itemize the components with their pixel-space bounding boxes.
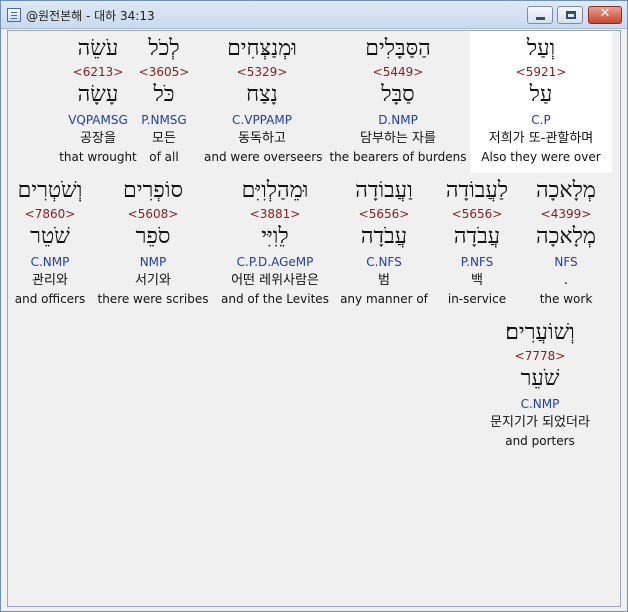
hebrew-word: לַעֲבוֹדָה	[445, 178, 509, 203]
hebrew-word: וּמְנַצְּחִים	[227, 36, 297, 61]
english-gloss: there were scribes	[97, 292, 209, 306]
morphology-code: D.NMP	[378, 113, 418, 127]
english-gloss: any manner of	[340, 292, 428, 306]
korean-gloss: .	[563, 273, 569, 288]
morphology-code: C.P.D.AGeMP	[236, 255, 314, 269]
lemma: סֹפֵר	[135, 224, 171, 249]
verse-line-2: וְשֹׁטְרִים <7860> שֹׁטֵר C.NMP 관리와 and …	[8, 173, 620, 315]
lemma: כֹּל	[153, 82, 175, 107]
english-gloss: Also they were over	[481, 150, 601, 164]
korean-gloss: 관리와	[32, 273, 68, 288]
lemma: לֵוִיִּי	[261, 224, 289, 249]
lemma: סַבָּל	[381, 82, 415, 107]
morphology-code: P.NFS	[460, 255, 494, 269]
word-cell[interactable]: לְכֹל <3605> כֹּל P.NMSG 모든 of all	[120, 31, 208, 173]
korean-gloss: 어떤 레위사람은	[231, 273, 319, 288]
hebrew-word: וַעֲבוֹדָה	[355, 178, 413, 203]
strong-number[interactable]: <3605>	[120, 65, 208, 79]
english-gloss: and porters	[505, 434, 575, 448]
close-icon: ✕	[599, 6, 611, 21]
strong-number[interactable]: <5921>	[470, 65, 612, 79]
maximize-icon	[566, 11, 576, 19]
hebrew-word: הַסַּבָּלִים	[365, 36, 431, 61]
maximize-button[interactable]	[557, 6, 583, 24]
window-title: @원전본해 - 대하 34:13	[26, 9, 155, 23]
morphology-code: P.NMSG	[141, 113, 187, 127]
english-gloss: and officers	[14, 292, 86, 306]
lemma: עֲבֹדָה	[360, 224, 408, 249]
word-cell[interactable]: הַסַּבָּלִים <5449> סַבָּל D.NMP 담부하는 자를…	[328, 31, 468, 173]
strong-number[interactable]: <7860>	[8, 207, 92, 221]
hebrew-word: וְעַל	[526, 36, 556, 61]
korean-gloss: 문지기가 되었더라	[490, 415, 590, 430]
lemma: שֹׁעֵר	[520, 366, 560, 391]
lemma: עַל	[529, 82, 553, 107]
app-window: @원전본해 - 대하 34:13 ✕ עֹשֵׂה <6213> עָשָׂה …	[0, 0, 628, 612]
korean-gloss: 동독하고	[238, 131, 286, 146]
english-gloss: the bearers of burdens	[329, 150, 467, 164]
korean-gloss: 저희가 또-관할하며	[488, 131, 594, 146]
verse-line-1: עֹשֵׂה <6213> עָשָׂה VQPAMSG 공장을 that wr…	[8, 31, 620, 173]
english-gloss: the work	[539, 292, 593, 306]
morphology-code: C.NMP	[520, 397, 560, 411]
lemma: עֲבֹדָה	[453, 224, 501, 249]
strong-number[interactable]: <7778>	[474, 349, 606, 363]
strong-number[interactable]: <3881>	[214, 207, 336, 221]
morphology-code: C.NMP	[30, 255, 70, 269]
word-cell[interactable]: וְשׁוֹעֲרִים׃ <7778> שֹׁעֵר C.NMP 문지기가 되…	[474, 315, 606, 457]
word-cell[interactable]: וּמֵהַלְוִיִּם <3881> לֵוִיִּי C.P.D.AGe…	[214, 173, 336, 315]
hebrew-word: וּמֵהַלְוִיִּם	[241, 178, 309, 203]
word-cell[interactable]: וְשֹׁטְרִים <7860> שֹׁטֵר C.NMP 관리와 and …	[8, 173, 92, 315]
word-cell[interactable]: וּמְנַצְּחִים <5329> נָצַח C.VPPAMP 동독하고…	[204, 31, 323, 173]
strong-number[interactable]: <4399>	[524, 207, 608, 221]
interlinear-panel[interactable]: עֹשֵׂה <6213> עָשָׂה VQPAMSG 공장을 that wr…	[7, 30, 621, 607]
english-gloss: and were overseers	[204, 150, 323, 164]
strong-number[interactable]: <5329>	[204, 65, 320, 79]
lemma: מְלָאכָה	[536, 224, 596, 249]
morphology-code: NMP	[139, 255, 167, 269]
hebrew-word: סוֹפְרִים	[123, 178, 183, 203]
hebrew-word: לְכֹל	[148, 36, 180, 61]
morphology-code: NFS	[554, 255, 578, 269]
title-bar[interactable]: @원전본해 - 대하 34:13 ✕	[1, 1, 627, 29]
strong-number[interactable]: <5449>	[328, 65, 468, 79]
lemma: נָצַח	[246, 82, 278, 107]
english-gloss: in-service	[447, 292, 507, 306]
english-gloss: and of the Levites	[221, 292, 329, 306]
morphology-code: C.P	[531, 113, 551, 127]
word-cell[interactable]: מְלָאכָה <4399> מְלָאכָה NFS . the work	[524, 173, 608, 315]
minimize-icon	[536, 17, 545, 20]
korean-gloss: 모든	[152, 131, 176, 146]
hebrew-word: וְשֹׁטְרִים	[17, 178, 83, 203]
word-cell-selected[interactable]: וְעַל <5921> עַל C.P 저희가 또-관할하며 Also the…	[470, 31, 612, 173]
lemma: שֹׁטֵר	[30, 224, 70, 249]
korean-gloss: 백	[471, 273, 483, 288]
minimize-button[interactable]	[527, 6, 553, 24]
strong-number[interactable]: <5656>	[338, 207, 430, 221]
korean-gloss: 서기와	[135, 273, 171, 288]
word-cell[interactable]: וַעֲבוֹדָה <5656> עֲבֹדָה C.NFS 범 any ma…	[338, 173, 430, 315]
strong-number[interactable]: <5656>	[432, 207, 522, 221]
close-button[interactable]: ✕	[588, 6, 622, 24]
strong-number[interactable]: <5608>	[96, 207, 210, 221]
korean-gloss: 범	[378, 273, 390, 288]
document-icon	[7, 8, 21, 22]
morphology-code: C.VPPAMP	[232, 113, 292, 127]
morphology-code: C.NFS	[366, 255, 402, 269]
english-gloss: of all	[149, 150, 179, 164]
hebrew-word: מְלָאכָה	[536, 178, 596, 203]
word-cell[interactable]: סוֹפְרִים <5608> סֹפֵר NMP 서기와 there wer…	[96, 173, 210, 315]
korean-gloss: 담부하는 자를	[360, 131, 436, 146]
hebrew-word: וְשׁוֹעֲרִים׃	[505, 320, 575, 345]
verse-line-3: וְשׁוֹעֲרִים׃ <7778> שֹׁעֵר C.NMP 문지기가 되…	[8, 315, 620, 457]
word-cell[interactable]: לַעֲבוֹדָה <5656> עֲבֹדָה P.NFS 백 in-ser…	[432, 173, 522, 315]
